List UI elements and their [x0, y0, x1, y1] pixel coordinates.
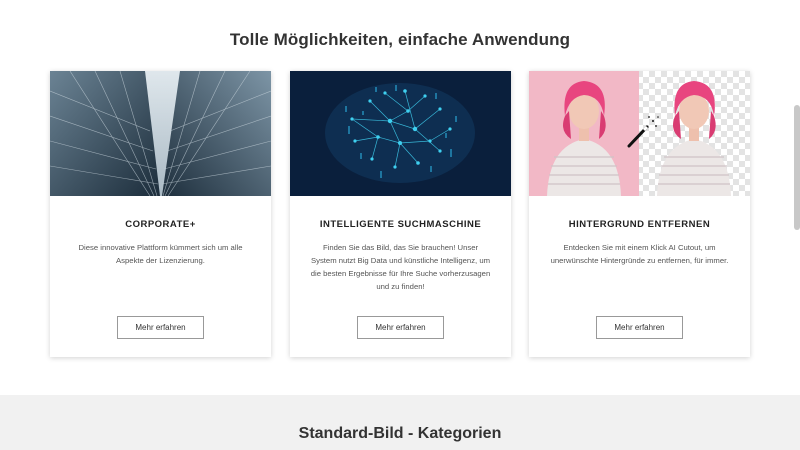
card-corporate-plus: CORPORATE+ Diese innovative Plattform kü… — [50, 71, 271, 357]
card-image-skyscrapers — [50, 71, 271, 196]
learn-more-button[interactable]: Mehr erfahren — [117, 316, 204, 339]
categories-heading: Standard-Bild - Kategorien — [298, 425, 502, 442]
scrollbar-thumb[interactable] — [794, 105, 800, 230]
card-image-digital-brain — [290, 71, 511, 196]
learn-more-button[interactable]: Mehr erfahren — [357, 316, 444, 339]
card-description: Diese innovative Plattform kümmert sich … — [78, 243, 243, 265]
learn-more-button[interactable]: Mehr erfahren — [596, 316, 683, 339]
card-title: INTELLIGENTE SUCHMASCHINE — [319, 219, 482, 230]
section-heading: Tolle Möglichkeiten, einfache Anwendung — [229, 30, 571, 49]
card-intelligent-search: INTELLIGENTE SUCHMASCHINE Finden Sie das… — [290, 71, 511, 357]
card-background-removal: HINTERGRUND ENTFERNEN Entdecken Sie mit … — [529, 71, 750, 357]
card-image-background-removal — [529, 71, 750, 196]
card-description: Finden Sie das Bild, das Sie brauchen! U… — [310, 243, 491, 291]
card-title: HINTERGRUND ENTFERNEN — [568, 219, 711, 230]
card-title: CORPORATE+ — [125, 219, 196, 230]
categories-section: Standard-Bild - Kategorien — [0, 395, 800, 450]
card-description: Entdecken Sie mit einem Klick AI Cutout,… — [550, 243, 729, 265]
